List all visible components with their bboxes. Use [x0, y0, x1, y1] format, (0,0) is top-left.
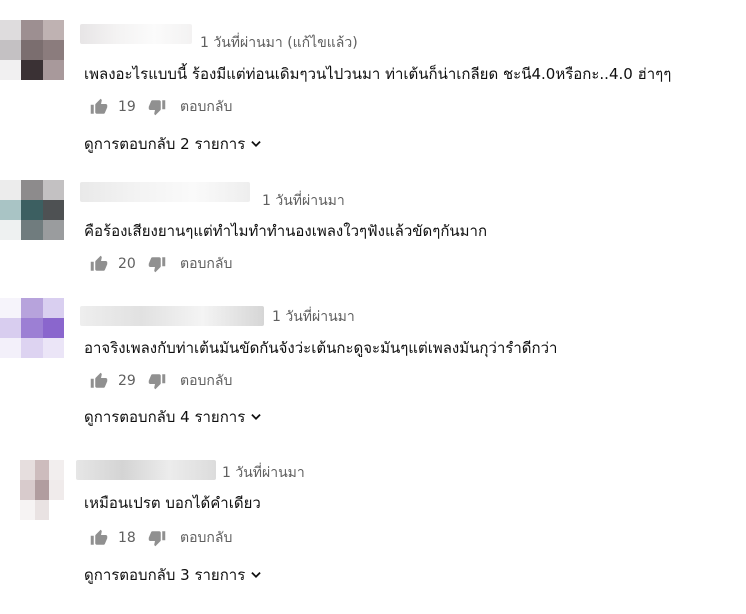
avatar[interactable] [0, 180, 64, 240]
view-replies-label: ดูการตอบกลับ 4 รายการ [84, 408, 246, 426]
comments-section: 1 วันที่ผ่านมา (แก้ไขแล้ว) เพลงอะไรแบบนี… [0, 0, 746, 614]
avatar-pixel [42, 60, 64, 80]
view-replies-button[interactable]: ดูการตอบกลับ 2 รายการ [84, 132, 263, 156]
thumbs-down-icon [148, 531, 166, 547]
comment-actions: 29 ตอบกลับ [88, 370, 232, 392]
thumbs-up-icon [90, 372, 108, 388]
avatar-pixel [42, 20, 64, 40]
avatar-pixel [0, 298, 22, 318]
chevron-down-icon [251, 572, 261, 578]
comment-actions: 19 ตอบกลับ [88, 96, 232, 118]
author-name[interactable] [80, 24, 192, 44]
view-replies-button[interactable]: ดูการตอบกลับ 3 รายการ [84, 563, 263, 587]
avatar-pixel [42, 180, 64, 200]
thumbs-up-icon [90, 255, 108, 271]
avatar-pixel [21, 20, 43, 40]
like-button[interactable] [88, 253, 110, 275]
reply-button[interactable]: ตอบกลับ [180, 253, 232, 275]
thumbs-down-icon [148, 374, 166, 390]
avatar-pixel [34, 460, 50, 480]
author-name[interactable] [80, 182, 250, 202]
avatar-pixel [21, 200, 43, 220]
reply-button[interactable]: ตอบกลับ [180, 96, 232, 118]
dislike-button[interactable] [146, 527, 168, 549]
avatar-pixel [20, 500, 35, 520]
like-button[interactable] [88, 370, 110, 392]
avatar-pixel [49, 460, 64, 480]
dislike-button[interactable] [146, 253, 168, 275]
avatar-pixel [34, 480, 50, 500]
avatar-pixel [42, 40, 64, 60]
avatar-pixel [0, 220, 22, 240]
reply-button[interactable]: ตอบกลับ [180, 527, 232, 549]
avatar[interactable] [0, 20, 64, 80]
avatar[interactable] [20, 460, 64, 520]
chevron-down-icon [251, 141, 261, 147]
like-button[interactable] [88, 96, 110, 118]
avatar-pixel [21, 220, 43, 240]
comment-text: เหมือนเปรต บอกได้คำเดียว [84, 494, 261, 512]
avatar-pixel [42, 338, 64, 358]
avatar-pixel [21, 298, 43, 318]
comment-timestamp[interactable]: 1 วันที่ผ่านมา [262, 190, 345, 212]
avatar-pixel [34, 500, 50, 520]
chevron-down-icon [251, 414, 261, 420]
avatar-pixel [0, 40, 22, 60]
avatar-pixel [0, 338, 22, 358]
dislike-button[interactable] [146, 96, 168, 118]
avatar[interactable] [0, 298, 64, 358]
avatar-pixel [49, 480, 64, 500]
avatar-pixel [0, 180, 22, 200]
comment-timestamp[interactable]: 1 วันที่ผ่านมา (แก้ไขแล้ว) [200, 32, 358, 54]
comment-text: อาจริงเพลงกับท่าเต้นมันขัดกันจังว่ะเต้นก… [84, 339, 558, 357]
view-replies-button[interactable]: ดูการตอบกลับ 4 รายการ [84, 405, 263, 429]
thumbs-down-icon [148, 100, 166, 116]
avatar-pixel [20, 480, 35, 500]
avatar-pixel [49, 500, 64, 520]
avatar-pixel [42, 200, 64, 220]
view-replies-label: ดูการตอบกลับ 2 รายการ [84, 135, 246, 153]
avatar-pixel [0, 200, 22, 220]
avatar-pixel [21, 318, 43, 338]
author-name[interactable] [80, 306, 264, 326]
thumbs-down-icon [148, 257, 166, 273]
comment-actions: 20 ตอบกลับ [88, 253, 232, 275]
comment-timestamp[interactable]: 1 วันที่ผ่านมา [222, 462, 305, 484]
like-count: 29 [118, 373, 136, 389]
avatar-pixel [42, 220, 64, 240]
reply-button[interactable]: ตอบกลับ [180, 370, 232, 392]
avatar-pixel [0, 20, 22, 40]
comment-text: คือร้องเสียงยานๆแต่ทำไมทำทำนองเพลงใวๆฟัง… [84, 222, 488, 240]
avatar-pixel [20, 460, 35, 480]
comment-actions: 18 ตอบกลับ [88, 527, 232, 549]
like-count: 18 [118, 530, 136, 546]
like-button[interactable] [88, 527, 110, 549]
comment-timestamp[interactable]: 1 วันที่ผ่านมา [272, 306, 355, 328]
thumbs-up-icon [90, 98, 108, 114]
avatar-pixel [21, 180, 43, 200]
avatar-pixel [21, 40, 43, 60]
comment-text: เพลงอะไรแบบนี้ ร้องมีแต่ท่อนเดิมๆวนไปวนม… [84, 65, 672, 83]
avatar-pixel [21, 338, 43, 358]
avatar-pixel [42, 318, 64, 338]
thumbs-up-icon [90, 529, 108, 545]
avatar-pixel [21, 60, 43, 80]
avatar-pixel [0, 60, 22, 80]
author-name[interactable] [76, 460, 216, 480]
avatar-pixel [42, 298, 64, 318]
like-count: 20 [118, 256, 136, 272]
avatar-pixel [0, 318, 22, 338]
like-count: 19 [118, 99, 136, 115]
view-replies-label: ดูการตอบกลับ 3 รายการ [84, 566, 246, 584]
dislike-button[interactable] [146, 370, 168, 392]
